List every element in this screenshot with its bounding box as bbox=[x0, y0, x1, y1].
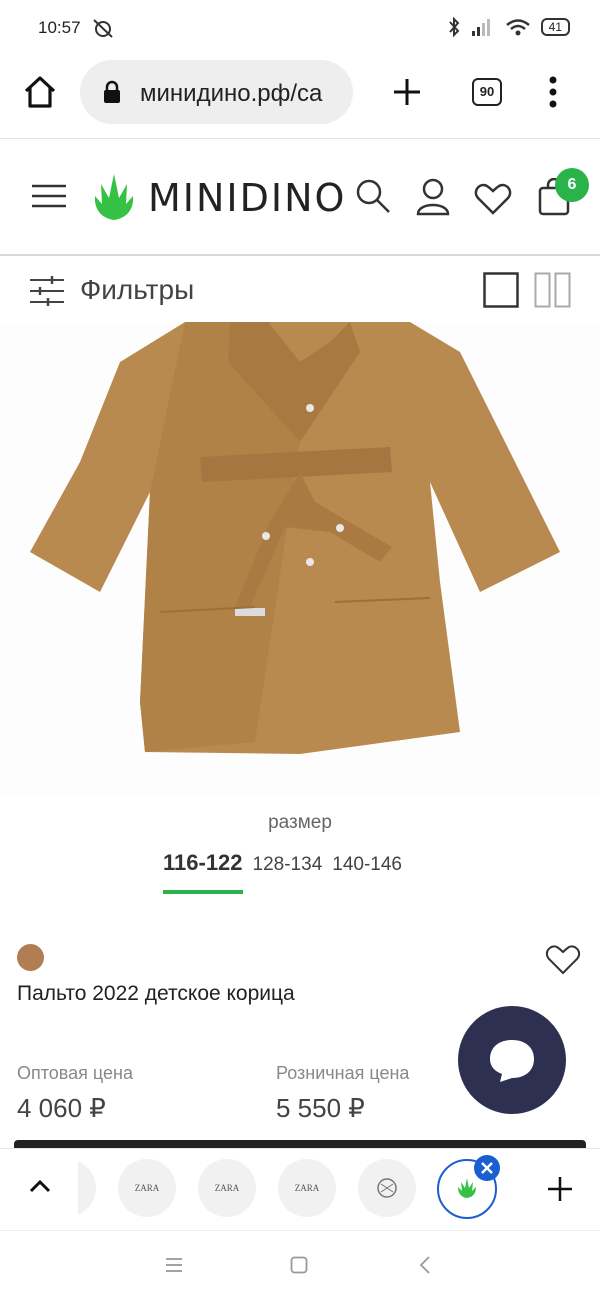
lock-icon bbox=[104, 80, 120, 103]
signal-icon bbox=[471, 19, 490, 36]
favorite-heart-icon[interactable] bbox=[545, 944, 581, 976]
product-title[interactable]: Пальто 2022 детское корица bbox=[17, 982, 295, 1006]
menu-dots-icon[interactable] bbox=[546, 74, 560, 110]
tab-count-button[interactable]: 90 bbox=[472, 78, 502, 106]
add-tab-icon[interactable] bbox=[546, 1175, 574, 1203]
chat-button[interactable] bbox=[458, 1006, 566, 1114]
page-bottom-edge bbox=[14, 1140, 586, 1148]
minidino-leaf-icon bbox=[458, 1178, 476, 1198]
close-tab-button[interactable] bbox=[474, 1155, 500, 1181]
home-button-icon[interactable] bbox=[290, 1256, 308, 1274]
status-bar: 10:57 41 bbox=[0, 0, 600, 56]
retail-price-label: Розничная цена bbox=[276, 1063, 410, 1083]
logo-leaf-icon[interactable] bbox=[92, 170, 136, 222]
color-swatch[interactable] bbox=[17, 944, 44, 971]
chevron-up-icon[interactable] bbox=[28, 1177, 52, 1195]
coat-illustration bbox=[30, 322, 560, 754]
retail-price: 5 550 ₽ bbox=[276, 1093, 365, 1123]
home-icon[interactable] bbox=[22, 74, 58, 110]
tab-thumbnail-emblem[interactable] bbox=[358, 1159, 416, 1217]
filter-sliders-icon[interactable] bbox=[30, 276, 64, 306]
emblem-icon bbox=[377, 1178, 397, 1198]
size-selector: 116-122 128-134 140-146 bbox=[163, 850, 402, 894]
browser-toolbar: минидино.рф/ca 90 bbox=[0, 56, 600, 139]
wifi-icon bbox=[505, 19, 530, 36]
size-option[interactable]: 128-134 bbox=[253, 854, 323, 876]
back-icon[interactable] bbox=[418, 1255, 432, 1275]
alarm-off-icon bbox=[93, 19, 113, 38]
wholesale-price-label: Оптовая цена bbox=[17, 1063, 133, 1083]
system-nav-bar bbox=[0, 1230, 600, 1300]
hamburger-icon[interactable] bbox=[32, 182, 66, 210]
size-caption: размер bbox=[268, 812, 332, 833]
tab-thumbnail-zara[interactable]: ZARA bbox=[118, 1159, 176, 1217]
tab-thumbnail-zara[interactable]: ZARA bbox=[278, 1159, 336, 1217]
new-tab-icon[interactable] bbox=[391, 76, 423, 108]
chat-bubble-icon bbox=[490, 1040, 534, 1082]
close-icon bbox=[481, 1162, 493, 1174]
wishlist-heart-icon[interactable] bbox=[474, 182, 512, 216]
url-text: минидино.рф/ca bbox=[140, 80, 323, 107]
status-time: 10:57 bbox=[38, 18, 81, 37]
account-icon[interactable] bbox=[415, 178, 451, 216]
search-icon[interactable] bbox=[355, 178, 391, 214]
bluetooth-icon bbox=[448, 16, 460, 38]
cart-count-badge: 6 bbox=[555, 168, 589, 202]
single-column-view-icon[interactable] bbox=[483, 272, 519, 308]
wholesale-price: 4 060 ₽ bbox=[17, 1093, 106, 1123]
logo-text[interactable]: MINIDINO bbox=[148, 176, 346, 220]
size-option-selected[interactable]: 116-122 bbox=[163, 850, 243, 894]
product-image[interactable] bbox=[0, 322, 600, 798]
filter-bar: Фильтры bbox=[0, 256, 600, 322]
two-column-view-icon[interactable] bbox=[534, 272, 572, 308]
address-bar[interactable]: минидино.рф/ca bbox=[80, 60, 353, 124]
size-option[interactable]: 140-146 bbox=[332, 854, 402, 876]
recent-apps-icon[interactable] bbox=[164, 1257, 184, 1273]
tab-switcher-bar: ZARA ZARA ZARA bbox=[0, 1148, 600, 1229]
tab-thumbnail-zara[interactable]: ZARA bbox=[198, 1159, 256, 1217]
filters-label[interactable]: Фильтры bbox=[80, 274, 194, 306]
site-header: MINIDINO bbox=[0, 140, 600, 256]
battery-indicator: 41 bbox=[540, 18, 570, 36]
